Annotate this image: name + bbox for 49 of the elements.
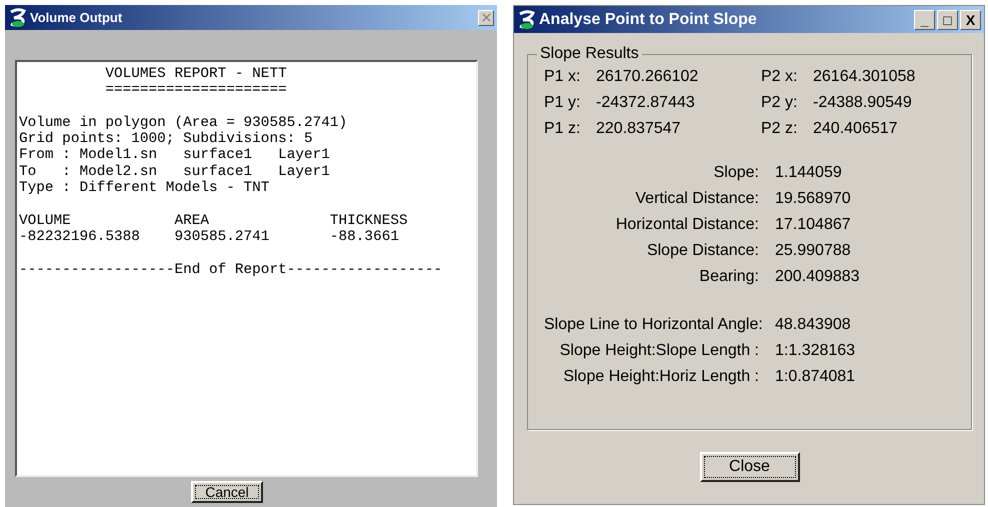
report-heading: ===================== (104, 82, 288, 99)
report-line: Grid points: 1000; Subdivisions: 5 (19, 131, 314, 148)
field-label: P1 z: (544, 120, 582, 138)
field-value: 17.104867 (775, 216, 852, 234)
field-value: 48.843908 (775, 316, 852, 334)
field-value: 1.144059 (775, 164, 843, 182)
field-label: P1 y: (544, 94, 582, 112)
field-value: 240.406517 (813, 120, 899, 138)
report-line: Volume in polygon (Area = 930585.2741) (19, 114, 348, 132)
field-label: Vertical Distance: (634, 190, 759, 208)
close-button[interactable]: X (960, 10, 981, 30)
field-label: Slope Line to Horizontal Angle: (544, 316, 759, 334)
report-line: -82232196.5388 930585.2741 -88.3661 (19, 228, 400, 246)
field-label: Bearing: (698, 268, 759, 286)
field-value: -24372.87443 (596, 94, 696, 112)
field-label: Slope Height:Slope Length : (558, 342, 759, 360)
field-label: Slope Distance: (646, 242, 759, 260)
field-label: Horizontal Distance: (614, 216, 759, 234)
field-label: Slope: (712, 164, 759, 182)
close-icon (482, 13, 490, 22)
minimize-button[interactable]: _ (914, 10, 935, 30)
field-value: 1:1.328163 (775, 342, 856, 360)
report-heading: VOLUMES REPORT - NETT (104, 66, 288, 82)
field-value: 19.568970 (775, 190, 852, 208)
field-label: Slope Height:Horiz Length : (562, 368, 759, 386)
report-line: VOLUME AREA THICKNESS (19, 212, 409, 229)
field-label: P1 x: (544, 68, 582, 86)
window-title: Volume Output (30, 10, 124, 25)
field-label: P2 y: (761, 94, 798, 112)
field-value: 200.409883 (775, 268, 861, 286)
field-label: P2 x: (761, 68, 798, 86)
group-title: Slope Results (539, 45, 640, 63)
field-value: -24388.90549 (813, 94, 913, 112)
field-value: 220.837547 (596, 120, 682, 138)
window-title: Analyse Point to Point Slope (539, 10, 758, 28)
report-line: Type : Different Models - TNT (19, 180, 270, 196)
maximize-button[interactable]: □ (937, 10, 958, 30)
field-value: 1:0.874081 (775, 368, 856, 386)
field-label: P2 z: (761, 120, 798, 138)
report-line: To : Model2.sn surface1 Layer1 (19, 164, 331, 180)
field-value: 25.990788 (775, 242, 852, 260)
report-line: From : Model1.sn surface1 Layer1 (19, 147, 331, 164)
app-logo-icon (8, 8, 28, 28)
close-button[interactable]: Close (700, 452, 800, 482)
field-value: 26164.301058 (813, 68, 916, 86)
cancel-button[interactable]: Cancel (191, 481, 263, 503)
report-line: ------------------End of Report------------------ (19, 262, 444, 278)
field-value: 26170.266102 (596, 68, 700, 86)
app-logo-icon (517, 10, 537, 30)
